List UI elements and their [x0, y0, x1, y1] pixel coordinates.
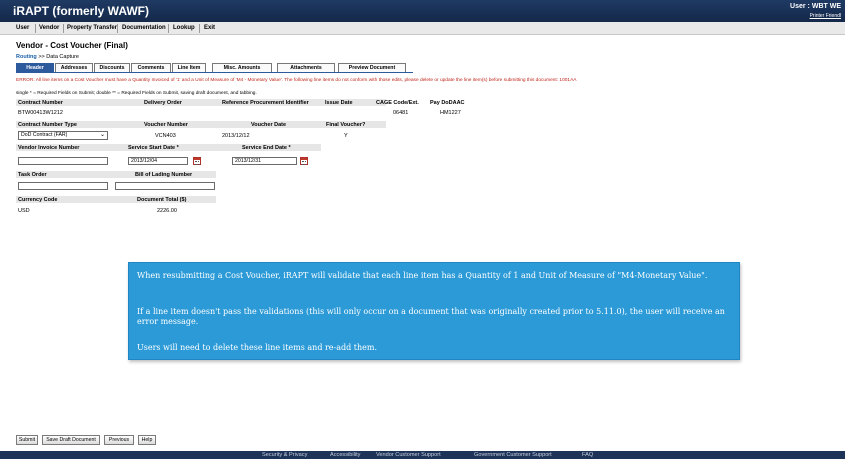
delivery-order-label: Delivery Order [144, 100, 182, 106]
bill-of-lading-label: Bill of Lading Number [135, 172, 193, 178]
printer-friendly-link[interactable]: Printer Friendl [810, 13, 841, 19]
tab-preview-document[interactable]: Preview Document [338, 63, 406, 72]
contract-type-value: DoD Contract (FAR) [21, 132, 68, 138]
vendor-invoice-label: Vendor Invoice Number [18, 145, 80, 151]
contract-type-select[interactable]: DoD Contract (FAR) ⌄ [18, 131, 108, 140]
bill-of-lading-input[interactable] [115, 182, 215, 190]
required-fields-note: single * = Required Fields on Submit; do… [16, 91, 257, 96]
chevron-down-icon: ⌄ [99, 132, 105, 138]
menu-lookup[interactable]: Lookup [173, 25, 195, 31]
app-brand: iRAPT (formerly WAWF) [13, 4, 150, 18]
tab-comments[interactable]: Comments [131, 63, 171, 72]
menu-vendor[interactable]: Vendor [39, 25, 59, 31]
task-order-label: Task Order [18, 172, 47, 178]
breadcrumb-current: Data Capture [46, 54, 79, 60]
footer-link-faq[interactable]: FAQ [582, 452, 593, 458]
contract-number-label: Contract Number [18, 100, 63, 106]
final-voucher-label: Final Voucher? [326, 122, 366, 128]
tab-misc-amounts[interactable]: Misc. Amounts [212, 63, 272, 72]
breadcrumb-separator: >> [38, 54, 45, 60]
footer-link-accessibility[interactable]: Accessibility [330, 452, 360, 458]
tab-addresses[interactable]: Addresses [55, 63, 93, 72]
menu-property-transfer[interactable]: Property Transfer [67, 25, 117, 31]
cage-code-value: 06481 [393, 110, 409, 116]
previous-button[interactable]: Previous [104, 435, 134, 445]
service-end-input[interactable]: 2013/12/31 [232, 157, 297, 165]
pay-dodaac-label: Pay DoDAAC [430, 100, 465, 106]
tab-line-item[interactable]: Line Item [172, 63, 206, 72]
menu-bar: User Vendor Property Transfer Documentat… [0, 22, 845, 35]
document-total-value: 2226.00 [157, 208, 177, 214]
footer-link-government-support[interactable]: Government Customer Support [474, 452, 552, 458]
help-button[interactable]: Help [138, 435, 156, 445]
footer-bar: Security & Privacy Accessibility Vendor … [0, 451, 845, 459]
tab-attachments[interactable]: Attachments [277, 63, 335, 72]
menu-divider [117, 24, 118, 33]
callout-paragraph: If a line item doesn't pass the validati… [137, 307, 725, 326]
tutorial-callout: When resubmitting a Cost Voucher, iRAPT … [128, 262, 740, 360]
task-order-input[interactable] [18, 182, 108, 190]
contract-number-value: BTW00413W1212 [18, 110, 63, 116]
vendor-invoice-input[interactable] [18, 157, 108, 165]
service-end-label: Service End Date * [242, 145, 291, 151]
menu-user[interactable]: User [16, 25, 29, 31]
cage-code-label: CAGE Code/Ext. [376, 100, 419, 106]
pay-dodaac-value: HM1227 [440, 110, 461, 116]
footer-link-vendor-support[interactable]: Vendor Customer Support [376, 452, 441, 458]
menu-exit[interactable]: Exit [204, 25, 215, 31]
voucher-number-value: VCN403 [155, 133, 176, 139]
voucher-date-value: 2013/12/12 [222, 133, 250, 139]
calendar-icon[interactable] [300, 157, 308, 165]
service-start-input[interactable]: 2013/12/04 [128, 157, 188, 165]
final-voucher-value: Y [344, 133, 348, 139]
user-label: User : WBT WE [790, 3, 841, 10]
page-title: Vendor - Cost Voucher (Final) [16, 41, 128, 50]
tab-discounts[interactable]: Discounts [94, 63, 130, 72]
error-message: ERROR: All line items on a Cost Voucher … [16, 78, 577, 83]
service-start-label: Service Start Date * [128, 145, 179, 151]
voucher-number-label: Voucher Number [144, 122, 188, 128]
submit-button[interactable]: Submit [16, 435, 38, 445]
callout-paragraph: When resubmitting a Cost Voucher, iRAPT … [137, 271, 708, 280]
callout-paragraph: Users will need to delete these line ite… [137, 343, 378, 352]
ref-proc-id-label: Reference Procurement Identifier [222, 100, 309, 106]
app-header: iRAPT (formerly WAWF) User : WBT WE Prin… [0, 0, 845, 22]
menu-divider [168, 24, 169, 33]
tab-underline [16, 72, 413, 73]
tab-header[interactable]: Header [16, 63, 54, 72]
document-total-label: Document Total ($) [137, 197, 187, 203]
currency-code-value: USD [18, 208, 30, 214]
voucher-date-label: Voucher Date [251, 122, 287, 128]
breadcrumb-routing-link[interactable]: Routing [16, 54, 37, 60]
menu-documentation[interactable]: Documentation [122, 25, 166, 31]
menu-divider [199, 24, 200, 33]
currency-code-label: Currency Code [18, 197, 58, 203]
footer-link-security[interactable]: Security & Privacy [262, 452, 307, 458]
breadcrumb: Routing >> Data Capture [16, 54, 79, 60]
issue-date-label: Issue Date [325, 100, 353, 106]
menu-divider [35, 24, 36, 33]
save-draft-button[interactable]: Save Draft Document [42, 435, 100, 445]
calendar-icon[interactable] [193, 157, 201, 165]
contract-type-label: Contract Number Type [18, 122, 77, 128]
menu-divider [63, 24, 64, 33]
